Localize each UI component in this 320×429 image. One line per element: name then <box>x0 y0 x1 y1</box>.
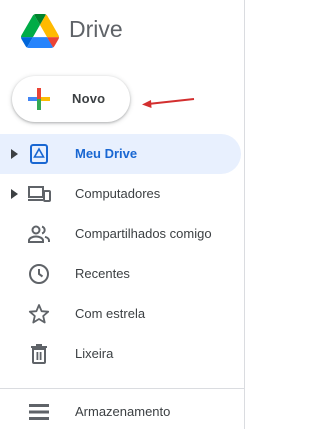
sidebar-item-trash[interactable]: Lixeira <box>0 334 241 374</box>
sidebar-divider <box>244 0 245 429</box>
sidebar-item-computers[interactable]: Computadores <box>0 174 241 214</box>
sidebar-item-storage[interactable]: Armazenamento <box>0 392 241 429</box>
new-button-label: Novo <box>72 91 106 106</box>
sidebar-item-starred[interactable]: Com estrela <box>0 294 241 334</box>
sidebar-item-recent[interactable]: Recentes <box>0 254 241 294</box>
app-title: Drive <box>69 16 123 42</box>
sidebar-item-label: Meu Drive <box>75 146 138 161</box>
drive-sidebar: Drive Novo Meu Drive Computadores Compar… <box>0 0 250 429</box>
trash-icon <box>31 344 47 364</box>
sidebar-item-label: Computadores <box>75 186 161 201</box>
my-drive-icon <box>30 144 48 164</box>
sidebar-separator <box>0 388 244 389</box>
header: Drive <box>0 0 244 58</box>
annotation-arrow-icon <box>142 98 195 108</box>
sidebar-item-label: Com estrela <box>75 306 146 321</box>
star-icon <box>28 304 50 324</box>
computers-icon <box>28 186 51 202</box>
expand-caret-icon[interactable] <box>11 149 18 159</box>
plus-icon <box>28 88 50 110</box>
sidebar-item-shared-with-me[interactable]: Compartilhados comigo <box>0 214 241 254</box>
clock-icon <box>29 264 49 284</box>
google-drive-logo-icon[interactable] <box>20 14 60 48</box>
new-button[interactable]: Novo <box>12 76 130 122</box>
sidebar-item-label: Lixeira <box>75 346 114 361</box>
sidebar-item-label: Compartilhados comigo <box>75 226 212 241</box>
sidebar-item-my-drive[interactable]: Meu Drive <box>0 134 241 174</box>
expand-caret-icon[interactable] <box>11 189 18 199</box>
shared-people-icon <box>28 225 50 243</box>
storage-label: Armazenamento <box>75 404 171 419</box>
storage-icon <box>29 404 49 420</box>
sidebar-item-label: Recentes <box>75 266 130 281</box>
sidebar-nav: Meu Drive Computadores Compartilhados co… <box>0 134 244 374</box>
